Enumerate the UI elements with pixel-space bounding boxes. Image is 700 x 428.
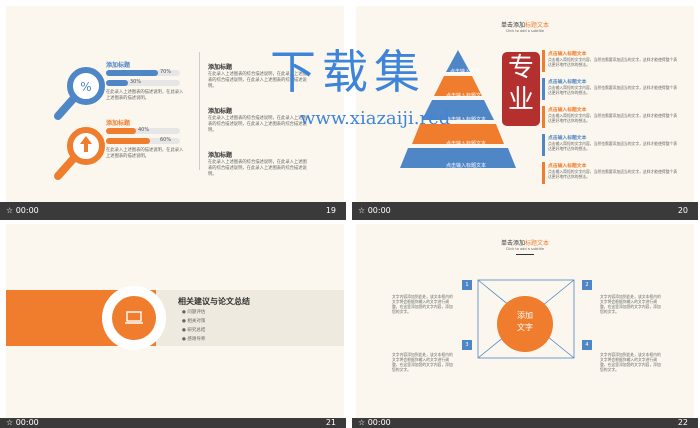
slide-21-number: 21 (325, 418, 336, 427)
seal-char-2: 业 (507, 85, 534, 115)
text-block-4: 文字内容添加到此处，该文本框内的文字将会根据你输入的文字进行调整，在这里添加您的… (600, 352, 661, 372)
center-text-2: 文字 (517, 323, 533, 332)
slide-21[interactable]: 相关建议与论文总结 ● 问题评估 ● 相关对策 ● 研究总结 ● 感谢导师 (6, 224, 344, 420)
pyramid-level-2: 点击输入标题文本 (445, 93, 486, 99)
slide-22-time: ☆ 00:00 (358, 418, 391, 427)
section-title: 相关建议与论文总结 (178, 297, 250, 306)
list-item-2-text: 点击输入简短的文字内容，当然也需要添加适当的文字，这样才能使得整个表达更好地传达… (548, 85, 678, 95)
pyramid-level-4: 点击输入标题文本 (445, 141, 486, 147)
item1-bar1-fill (106, 70, 158, 76)
slide-20-time: ☆ 00:00 (358, 206, 391, 215)
right-item2-title: 添加标题 (208, 108, 233, 115)
list-item-2-marker (542, 78, 545, 100)
item1-text: 在此录入上述图表的描述说明，在此录入上述图表的描述说明。 (106, 90, 184, 101)
item1-bar2-pct: 30% (130, 79, 142, 85)
seal-stamp: 专 业 (502, 52, 540, 126)
pyramid-level-1: 点击输入文本 (449, 69, 480, 75)
watermark-text: 下载集 (270, 45, 426, 99)
item2-bar2-pct: 60% (160, 137, 172, 143)
slide-19-number: 19 (325, 206, 336, 215)
text-block-1: 文字内容添加到此处，该文本框内的文字将会根据你输入的文字进行调整，在这里添加您的… (392, 294, 453, 314)
number-box-3: 3 (462, 340, 472, 350)
list-item-2-title: 点击输入标题文本 (548, 80, 587, 85)
laptop-icon (125, 311, 143, 324)
svg-text:%: % (80, 80, 91, 94)
divider (199, 52, 200, 170)
bullet-4: ● 感谢导师 (182, 337, 206, 342)
list-item-4-text: 点击输入简短的文字内容，当然也需要添加适当的文字，这样才能使得整个表达更好地传达… (548, 141, 678, 151)
center-text-1: 添加 (517, 311, 533, 320)
number-box-2: 2 (582, 280, 592, 290)
list-item-1-marker (542, 50, 545, 72)
item2-title: 添加标题 (106, 120, 131, 127)
list-item-4-title: 点击输入标题文本 (548, 136, 587, 141)
pyramid-level-5: 点击输入标题文本 (445, 163, 486, 169)
list-item-5-text: 点击输入简短的文字内容，当然也需要添加适当的文字，这样才能使得整个表达更好地传达… (548, 169, 678, 179)
seal-char-1: 专 (507, 53, 534, 83)
list-item-3-title: 点击输入标题文本 (548, 108, 587, 113)
text-block-2: 文字内容添加到此处，该文本框内的文字将会根据你输入的文字进行调整，在这里添加您的… (600, 294, 661, 314)
slide-19-status-bar: ☆ 00:00 19 (0, 202, 346, 220)
item2-text: 在此录入上述图表的描述说明，在此录入上述图表的描述说明。 (106, 148, 184, 159)
slide-20-number: 20 (677, 206, 688, 215)
right-item3-title: 添加标题 (208, 152, 233, 159)
item1-bar1-pct: 70% (160, 69, 172, 75)
slide-22[interactable]: 单击添加标题文本 Click to add a subtitle 添加 文字 1… (356, 224, 694, 420)
slide-22-status-bar: ☆ 00:00 22 (352, 418, 698, 428)
slide-21-status-bar: ☆ 00:00 21 (0, 418, 346, 428)
number-box-1: 1 (462, 280, 472, 290)
list-item-1-title: 点击输入标题文本 (548, 52, 587, 57)
right-item3-text: 在此录入上述图表的综合描述说明，在此录入上述图表的综合描述说明，在此录入上述图表… (208, 160, 307, 177)
list-item-4-marker (542, 134, 545, 156)
list-item-3-marker (542, 106, 545, 128)
item2-bar1-fill (106, 128, 136, 134)
list-item-1-text: 点击输入简短的文字内容，当然也需要添加适当的文字，这样才能使得整个表达更好地传达… (548, 57, 678, 67)
bullet-2: ● 相关对策 (182, 319, 206, 324)
bullet-3: ● 研究总结 (182, 328, 206, 333)
text-block-3: 文字内容添加到此处，该文本框内的文字将会根据你输入的文字进行调整，在这里添加您的… (392, 352, 453, 372)
item2-bar2-fill (106, 138, 150, 144)
watermark-url: www.xiazaiji.red (300, 108, 451, 129)
list-item-5-marker (542, 162, 545, 184)
list-item-3-text: 点击输入简短的文字内容，当然也需要添加适当的文字，这样才能使得整个表达更好地传达… (548, 113, 678, 123)
right-item1-title: 添加标题 (208, 64, 233, 71)
slide-22-number: 22 (677, 418, 688, 427)
list-item-5-title: 点击输入标题文本 (548, 164, 587, 169)
slide-22-subtitle: Click to add a subtitle (505, 247, 545, 251)
item2-bar1-pct: 40% (138, 127, 150, 133)
slide-20-subtitle: Click to add a subtitle (505, 29, 545, 33)
slide-20-status-bar: ☆ 00:00 20 (352, 202, 698, 220)
bullet-1: ● 问题评估 (182, 310, 206, 315)
item1-bar2-fill (106, 80, 128, 86)
number-box-4: 4 (582, 340, 592, 350)
right-item2-text: 在此录入上述图表的综合描述说明，在此录入上述图表的综合描述说明，在此录入上述图表… (208, 116, 307, 133)
slide-21-time: ☆ 00:00 (6, 418, 39, 427)
slide-19-time: ☆ 00:00 (6, 206, 39, 215)
item1-title: 添加标题 (106, 62, 131, 69)
slide-22-title-underline (516, 254, 534, 255)
